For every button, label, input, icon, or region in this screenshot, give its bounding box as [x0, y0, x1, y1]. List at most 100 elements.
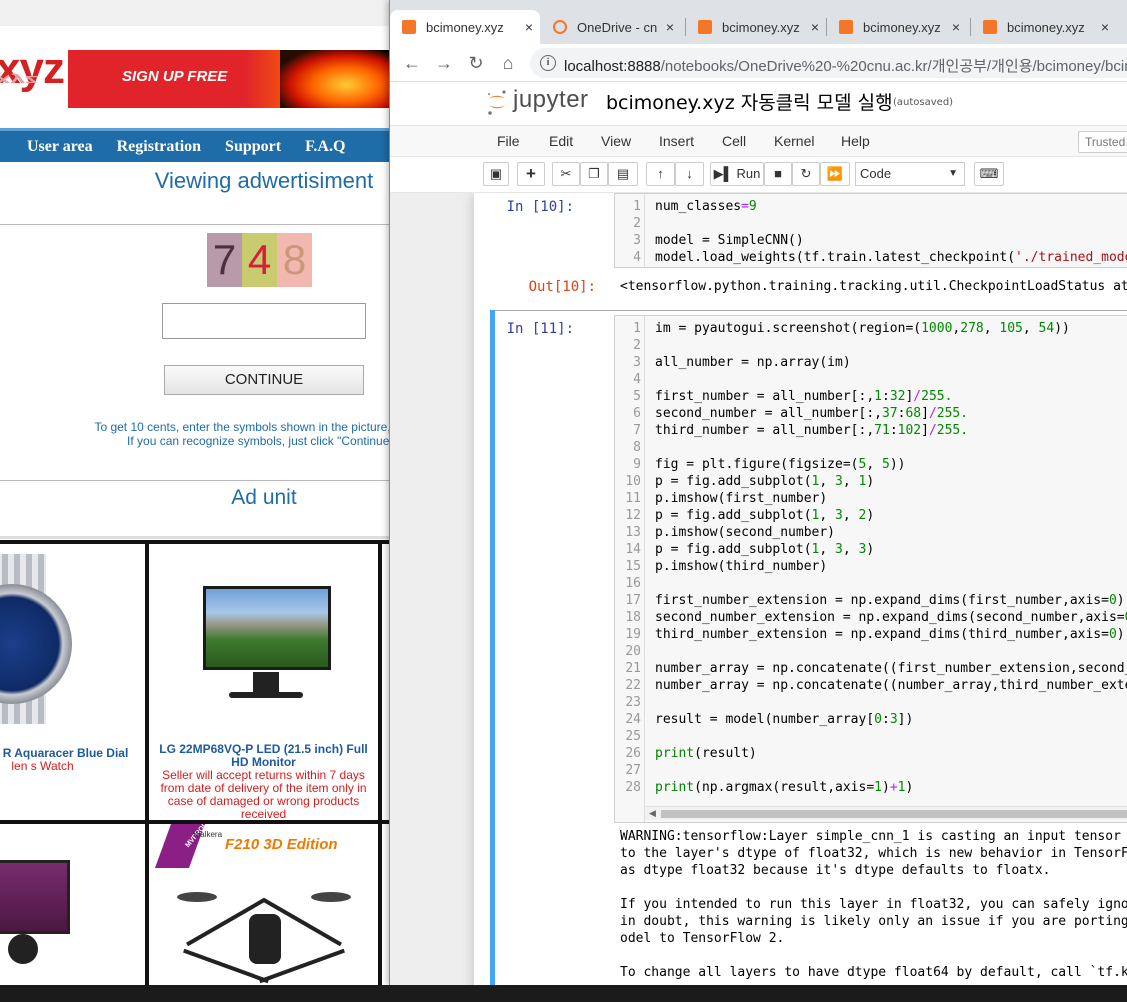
code-cell-input[interactable]: 1 im = pyautogui.screenshot(region=(1000,… — [614, 315, 1127, 823]
line-number: 23 — [625, 695, 641, 710]
code-line[interactable]: 5 first_number = all_number[:,1:32]/255. — [615, 389, 1127, 406]
line-number: 3 — [633, 233, 641, 248]
scrollbar-thumb[interactable] — [661, 810, 1127, 818]
code-line[interactable]: 22 number_array = np.concatenate((number_… — [615, 678, 1127, 695]
close-icon[interactable]: × — [518, 19, 540, 35]
move-down-icon[interactable]: ↓ — [675, 162, 704, 186]
code-line[interactable]: 9 fig = plt.figure(figsize=(5, 5)) — [615, 457, 1127, 474]
code-line[interactable]: 2 — [615, 216, 1127, 233]
code-line[interactable]: 15 p.imshow(third_number) — [615, 559, 1127, 576]
save-icon[interactable]: ▣ — [483, 162, 509, 186]
code-line[interactable]: 4 — [615, 372, 1127, 389]
cut-icon[interactable]: ✂ — [552, 162, 580, 186]
product-card-drone[interactable]: MVPRODUCT Walkera F210 3D Edition — [149, 824, 378, 1000]
restart-icon[interactable]: ↻ — [792, 162, 820, 186]
code-line[interactable]: 25 — [615, 729, 1127, 746]
code-line[interactable]: 21 number_array = np.concatenate((first_n… — [615, 661, 1127, 678]
code-line[interactable]: 23 — [615, 695, 1127, 712]
browser-tab[interactable]: OneDrive - cn × — [541, 10, 681, 44]
browser-tab[interactable]: bcimoney.xyz × — [827, 10, 967, 44]
scroll-left-icon[interactable]: ◀ — [649, 808, 656, 819]
cell-type-select[interactable]: Code ▼ — [855, 162, 965, 186]
code-line[interactable]: 17 first_number_extension = np.expand_dim… — [615, 593, 1127, 610]
code-line[interactable]: 3 model = SimpleCNN() — [615, 233, 1127, 250]
close-icon[interactable]: × — [1094, 19, 1116, 35]
code-line[interactable]: 27 — [615, 763, 1127, 780]
code-line[interactable]: 20 — [615, 644, 1127, 661]
back-arrow-icon[interactable]: ← — [400, 51, 424, 75]
code-line[interactable]: 24 result = model(number_array[0:3]) — [615, 712, 1127, 729]
menu-kernel[interactable]: Kernel — [774, 133, 814, 149]
code-line[interactable]: 12 p = fig.add_subplot(1, 3, 2) — [615, 508, 1127, 525]
code-text: number_array = np.concatenate((number_ar… — [655, 678, 1127, 693]
product-card-watch[interactable]: R Aquaracer Blue Dial len s Watch — [0, 544, 145, 820]
code-line[interactable]: 13 p.imshow(second_number) — [615, 525, 1127, 542]
menu-insert[interactable]: Insert — [659, 133, 694, 149]
code-line[interactable]: 16 — [615, 576, 1127, 593]
browser-tab[interactable]: bcimoney.xyz × — [686, 10, 826, 44]
code-line[interactable]: 2 — [615, 338, 1127, 355]
product-card-monitor[interactable]: LG 22MP68VQ-P LED (21.5 inch) Full HD Mo… — [149, 544, 378, 820]
code-line[interactable]: 3 all_number = np.array(im) — [615, 355, 1127, 372]
site-top-strip — [0, 0, 390, 26]
close-icon[interactable]: × — [804, 19, 826, 35]
code-cell-input[interactable]: 1 num_classes=9 2 3 model = SimpleCNN() 4 mode… — [614, 193, 1127, 268]
run-button[interactable]: ▶▌ Run — [710, 162, 764, 186]
code-line[interactable]: 26 print(result) — [615, 746, 1127, 763]
move-up-icon[interactable]: ↑ — [646, 162, 675, 186]
code-line[interactable]: 7 third_number = all_number[:,71:102]/255… — [615, 423, 1127, 440]
menu-cell[interactable]: Cell — [722, 133, 746, 149]
menu-view[interactable]: View — [601, 133, 631, 149]
signup-banner[interactable]: SIGN UP FREE — [68, 50, 390, 108]
input-prompt: In [10]: — [506, 199, 574, 215]
copy-icon[interactable]: ❐ — [580, 162, 608, 186]
code-line[interactable]: 8 — [615, 440, 1127, 457]
keyboard-icon[interactable]: ⌨ — [974, 162, 1004, 186]
url-input[interactable]: i localhost:8888/notebooks/OneDrive%20-%… — [530, 48, 1127, 78]
stop-icon[interactable]: ■ — [764, 162, 792, 186]
code-line[interactable]: 1 im = pyautogui.screenshot(region=(1000,… — [615, 321, 1127, 338]
continue-button[interactable]: CONTINUE — [164, 365, 364, 395]
menu-edit[interactable]: Edit — [549, 133, 573, 149]
captcha-digit: 7 — [207, 233, 242, 287]
forward-arrow-icon[interactable]: → — [432, 51, 456, 75]
fast-forward-icon[interactable]: ⏩ — [820, 162, 850, 186]
code-line[interactable]: 28 print(np.argmax(result,axis=1)+1) — [615, 780, 1127, 797]
code-line[interactable]: 1 num_classes=9 — [615, 199, 1127, 216]
add-cell-icon[interactable]: + — [517, 162, 545, 186]
code-line[interactable]: 4 model.load_weights(tf.train.latest_chec… — [615, 250, 1127, 267]
browser-tab[interactable]: bcimoney.xyz × — [390, 10, 540, 44]
line-number: 3 — [633, 355, 641, 370]
menu-file[interactable]: File — [497, 133, 520, 149]
code-line[interactable]: 19 third_number_extension = np.expand_dim… — [615, 627, 1127, 644]
trusted-indicator[interactable]: Trusted — [1078, 131, 1127, 153]
product-card-generator[interactable] — [0, 824, 145, 1000]
line-number: 26 — [625, 746, 641, 761]
line-number: 1 — [633, 321, 641, 336]
nav-user-area[interactable]: User area — [27, 138, 93, 156]
close-icon[interactable]: × — [945, 19, 967, 35]
code-line[interactable]: 10 p = fig.add_subplot(1, 3, 1) — [615, 474, 1127, 491]
nav-support[interactable]: Support — [225, 138, 281, 156]
code-line[interactable]: 6 second_number = all_number[:,37:68]/255… — [615, 406, 1127, 423]
code-line[interactable]: 18 second_number_extension = np.expand_di… — [615, 610, 1127, 627]
captcha-image: 7 4 8 — [207, 233, 312, 287]
close-icon[interactable]: × — [659, 19, 681, 35]
reload-icon[interactable]: ↻ — [464, 51, 488, 75]
code-line[interactable]: 11 p.imshow(first_number) — [615, 491, 1127, 508]
jupyter-logo-icon[interactable] — [486, 87, 508, 117]
horizontal-scrollbar[interactable]: ◀ — [645, 806, 1127, 820]
menu-help[interactable]: Help — [841, 133, 870, 149]
product-title[interactable]: LG 22MP68VQ-P LED (21.5 inch) Full HD Mo… — [149, 743, 378, 769]
browser-tab[interactable]: bcimoney.xyz × — [971, 10, 1116, 44]
jupyter-logo-text[interactable]: jupyter — [513, 86, 589, 114]
nav-faq[interactable]: F.A.Q — [305, 138, 345, 156]
code-text: second_number = all_number[:,37:68]/255. — [655, 406, 969, 421]
nav-registration[interactable]: Registration — [117, 138, 201, 156]
info-icon[interactable]: i — [540, 55, 556, 71]
code-line[interactable]: 14 p = fig.add_subplot(1, 3, 3) — [615, 542, 1127, 559]
notebook-title[interactable]: bcimoney.xyz 자동클릭 모델 실행 — [606, 88, 893, 115]
captcha-input[interactable] — [162, 303, 366, 339]
paste-icon[interactable]: ▤ — [608, 162, 638, 186]
home-icon[interactable]: ⌂ — [496, 51, 520, 75]
